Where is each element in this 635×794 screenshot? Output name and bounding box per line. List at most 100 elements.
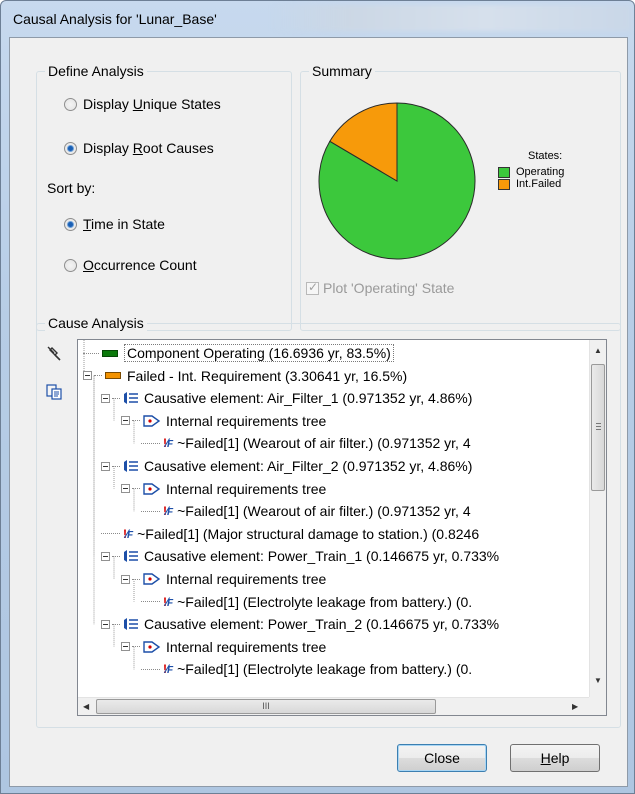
tree-dots [132,578,140,580]
plot-operating-checkbox-box[interactable] [306,280,319,295]
pin-icon[interactable] [45,344,63,362]
tree-row-label: Causative element: Air_Filter_1 (0.97135… [144,390,473,407]
collapse-toggle-icon[interactable] [101,619,110,629]
collapse-toggle-icon[interactable] [101,393,110,403]
collapse-toggle-icon[interactable] [101,551,110,561]
tree-row[interactable]: Component Operating (16.6936 yr, 83.5%) [83,342,394,364]
tree-row-label: Internal requirements tree [166,480,327,497]
pie-legend: States: Operating Int.Failed [498,150,564,190]
tree-row[interactable]: Causative element: Power_Train_2 (0.1466… [101,613,499,635]
tree-row[interactable]: Internal requirements tree [121,636,326,658]
scrollbar-corner [589,697,606,715]
tree-row[interactable]: Internal requirements tree [121,478,326,500]
dialog-client-area: Define Analysis Display Unique States Di… [9,37,628,787]
vertical-scroll-thumb[interactable] [591,364,605,491]
help-button[interactable]: Help [510,744,600,772]
tree-dots [132,420,140,422]
tree-dots [141,668,160,670]
requirements-tree-icon [143,573,161,585]
causative-element-icon [124,550,138,563]
pie-svg [318,102,476,260]
tree-dots [141,601,160,603]
scroll-right-arrow-icon[interactable]: ▶ [572,702,578,711]
failure-icon: !⁄F [163,436,173,451]
failed-state-icon [105,372,121,380]
tree-row-label: Internal requirements tree [166,412,327,429]
failure-icon: !⁄F [163,504,173,519]
legend-item-int-failed: Int.Failed [498,178,564,190]
tree-row-label: ~Failed[1] (Electrolyte leakage from bat… [177,661,473,678]
radio-circle[interactable] [64,258,77,272]
tree-row[interactable]: Causative element: Air_Filter_1 (0.97135… [101,387,472,409]
time-in-state-radio[interactable]: Time in State [64,216,165,232]
vertical-scrollbar[interactable]: ▲ ▼ [589,340,606,698]
pie-legend-title: States: [528,150,563,162]
tree-dots [112,555,120,557]
title-bar-blur [271,5,631,31]
collapse-toggle-icon[interactable] [101,461,110,471]
cause-tree-view[interactable]: Component Operating (16.6936 yr, 83.5%) F… [77,339,607,716]
window-title: Causal Analysis for 'Lunar_Base' [13,11,217,27]
requirements-tree-icon [143,415,161,427]
tree-dots [112,623,120,625]
define-analysis-group: Define Analysis Display Unique States Di… [36,63,292,331]
tree-row[interactable]: !⁄F ~Failed[1] (Major structural damage t… [101,523,479,545]
plot-operating-checkbox[interactable]: Plot 'Operating' State [306,280,454,296]
tree-row[interactable]: !⁄F ~Failed[1] (Wearout of air filter.) (… [141,500,471,522]
failure-icon: !⁄F [123,526,133,541]
horizontal-scroll-thumb[interactable]: III [96,699,436,714]
tree-dots [101,533,120,535]
scroll-down-arrow-icon[interactable]: ▼ [594,676,602,685]
tree-row[interactable]: !⁄F ~Failed[1] (Wearout of air filter.) (… [141,432,471,454]
tree-row[interactable]: Failed - Int. Requirement (3.30641 yr, 1… [83,365,407,387]
collapse-toggle-icon[interactable] [83,371,92,381]
summary-legend: Summary [309,63,375,79]
close-button[interactable]: Close [397,744,487,772]
tree-row[interactable]: Internal requirements tree [121,410,326,432]
collapse-toggle-icon[interactable] [121,574,130,584]
collapse-toggle-icon[interactable] [121,642,130,652]
tree-row-label: Failed - Int. Requirement (3.30641 yr, 1… [127,367,408,384]
tree-row[interactable]: Causative element: Air_Filter_2 (0.97135… [101,455,472,477]
tree-row[interactable]: Causative element: Power_Train_1 (0.1466… [101,545,499,567]
occurrence-count-radio[interactable]: Occurrence Count [64,257,197,273]
tree-row[interactable]: !⁄F ~Failed[1] (Electrolyte leakage from … [141,658,472,680]
scroll-up-arrow-icon[interactable]: ▲ [594,346,602,355]
grip-line [596,426,601,427]
cause-analysis-legend: Cause Analysis [45,315,147,331]
copy-icon[interactable] [45,383,63,401]
summary-pie-chart [317,101,477,264]
radio-circle-checked[interactable] [64,217,77,231]
tree-row-label: Causative element: Air_Filter_2 (0.97135… [144,458,473,474]
display-root-causes-radio[interactable]: Display Root Causes [64,140,214,156]
collapse-toggle-icon[interactable] [121,416,130,426]
causative-element-icon [124,618,138,631]
causative-element-icon [124,460,138,472]
legend-swatch-int-failed [498,179,510,190]
grip-line [596,429,601,430]
horizontal-scrollbar[interactable]: ◀ III ▶ [78,697,590,715]
display-unique-states-radio[interactable]: Display Unique States [64,96,221,112]
display-unique-states-label: Display Unique States [83,96,221,112]
radio-circle-checked[interactable] [64,141,77,155]
scroll-left-arrow-icon[interactable]: ◀ [83,702,89,711]
legend-label-operating: Operating [516,166,565,178]
operating-state-icon [102,349,118,357]
tree-dots [141,442,160,444]
tree-dots [94,375,102,377]
tree-dots [141,510,160,512]
tree-row[interactable]: !⁄F ~Failed[1] (Electrolyte leakage from … [141,591,472,613]
plot-operating-label: Plot 'Operating' State [323,280,455,296]
tree-row-label: ~Failed[1] (Electrolyte leakage from bat… [177,593,473,610]
tree-row-label: Causative element: Power_Train_1 (0.1466… [144,548,500,565]
requirements-tree-icon [143,641,161,653]
radio-circle[interactable] [64,97,77,111]
collapse-toggle-icon[interactable] [121,484,130,494]
tree-row[interactable]: Internal requirements tree [121,568,326,590]
tree-dots [112,465,120,467]
legend-label-int-failed: Int.Failed [516,178,562,190]
failure-icon: !⁄F [163,594,173,609]
title-bar[interactable]: Causal Analysis for 'Lunar_Base' [1,1,634,35]
time-in-state-label: Time in State [83,216,165,232]
causative-element-icon [124,392,138,405]
